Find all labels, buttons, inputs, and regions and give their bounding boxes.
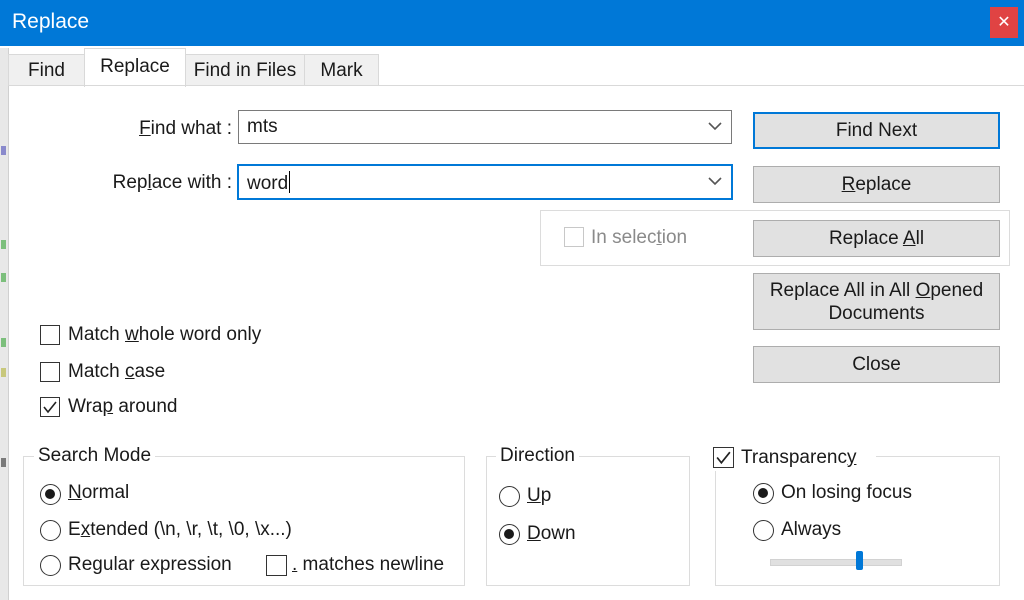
search-mode-regex-label: Regular expression	[68, 554, 232, 575]
tab-strip: Find Replace Find in Files Mark	[8, 48, 1024, 87]
title-bar: Replace ✕	[0, 0, 1024, 46]
replace-all-button[interactable]: Replace All	[753, 220, 1000, 257]
transparency-on-losing-focus-radio[interactable]	[753, 483, 774, 504]
transparency-label: Transparency	[741, 447, 857, 468]
search-mode-normal-radio[interactable]	[40, 484, 61, 505]
gutter-marker	[1, 240, 6, 249]
transparency-slider-thumb[interactable]	[856, 551, 864, 570]
search-mode-title: Search Mode	[34, 445, 156, 467]
close-window-button[interactable]: ✕	[990, 7, 1018, 38]
transparency-slider-track[interactable]	[770, 559, 902, 566]
replace-all-in-opened-documents-button[interactable]: Replace All in All Opened Documents	[753, 273, 1000, 330]
radio-selected-dot	[758, 488, 768, 498]
wrap-around-checkbox[interactable]	[40, 397, 60, 417]
tab-mark[interactable]: Mark	[304, 54, 379, 86]
close-icon: ✕	[997, 14, 1011, 31]
tab-label: Find	[28, 60, 65, 81]
wrap-around-label: Wrap around	[68, 396, 178, 417]
transparency-always-label: Always	[781, 519, 842, 540]
search-mode-normal-label: Normal	[68, 482, 130, 503]
match-case-checkbox[interactable]	[40, 362, 60, 382]
find-what-input[interactable]: mts	[247, 116, 278, 138]
editor-gutter	[0, 48, 9, 600]
tab-label: Find in Files	[193, 60, 297, 81]
match-whole-word-checkbox[interactable]	[40, 325, 60, 345]
replace-with-input[interactable]: word	[247, 171, 291, 195]
tab-label: Replace	[100, 56, 170, 77]
chevron-down-icon[interactable]	[707, 119, 723, 133]
close-button[interactable]: Close	[753, 346, 1000, 383]
search-mode-extended-label: Extended (\n, \r, \t, \0, \x...)	[68, 519, 292, 540]
text-cursor	[289, 171, 291, 193]
gutter-marker	[1, 146, 6, 155]
gutter-marker	[1, 458, 6, 467]
matches-newline-label: . matches newline	[292, 554, 445, 575]
gutter-marker	[1, 338, 6, 347]
transparency-always-radio[interactable]	[753, 520, 774, 541]
replace-with-combobox[interactable]: word	[237, 164, 733, 200]
match-whole-word-label: Match whole word only	[68, 324, 262, 345]
transparency-on-losing-focus-label: On losing focus	[781, 482, 912, 503]
checkmark-icon	[43, 401, 57, 414]
matches-newline-checkbox[interactable]	[266, 555, 287, 576]
tab-replace[interactable]: Replace	[84, 48, 186, 87]
direction-up-radio[interactable]	[499, 486, 520, 507]
chevron-down-icon[interactable]	[707, 174, 723, 188]
replace-with-label: Replace with :	[112, 172, 232, 193]
tab-label: Mark	[320, 60, 363, 81]
direction-down-label: Down	[527, 523, 576, 544]
radio-selected-dot	[504, 529, 514, 539]
match-case-label: Match case	[68, 361, 166, 382]
find-what-combobox[interactable]: mts	[238, 110, 732, 144]
tab-find-in-files[interactable]: Find in Files	[185, 54, 305, 86]
tab-find[interactable]: Find	[8, 54, 85, 86]
radio-selected-dot	[45, 489, 55, 499]
replace-button[interactable]: Replace	[753, 166, 1000, 203]
gutter-marker	[1, 368, 6, 377]
window-title: Replace	[12, 10, 90, 33]
direction-down-radio[interactable]	[499, 524, 520, 545]
direction-title: Direction	[496, 445, 579, 467]
tab-divider	[8, 85, 1024, 86]
find-next-button[interactable]: Find Next	[753, 112, 1000, 149]
find-what-label: Find what :	[139, 118, 232, 139]
search-mode-extended-radio[interactable]	[40, 520, 61, 541]
checkmark-icon	[716, 451, 731, 465]
in-selection-checkbox[interactable]	[564, 227, 584, 247]
transparency-checkbox[interactable]	[713, 447, 734, 468]
direction-group	[486, 456, 690, 586]
gutter-marker	[1, 273, 6, 282]
in-selection-label: In selection	[591, 227, 688, 248]
search-mode-regex-radio[interactable]	[40, 555, 61, 576]
direction-up-label: Up	[527, 485, 552, 506]
